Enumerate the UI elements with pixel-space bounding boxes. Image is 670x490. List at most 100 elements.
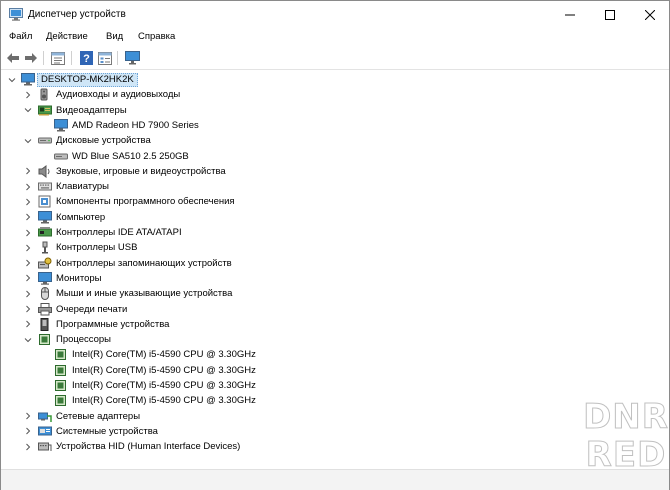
ide-controller-icon <box>38 226 52 239</box>
help-icon: ? <box>79 51 93 65</box>
tree-category[interactable]: Клавиатуры <box>1 179 661 194</box>
disk-drive-icon <box>38 134 52 147</box>
window-title: Диспетчер устройств <box>28 9 126 20</box>
list-view-icon <box>51 51 65 65</box>
tree-category[interactable]: Контроллеры IDE ATA/ATAPI <box>1 225 661 240</box>
scan-hardware-button[interactable] <box>124 50 140 66</box>
tree-category[interactable]: Мыши и иные указывающие устройства <box>1 286 661 301</box>
device-manager-window: Диспетчер устройств Файл Действие Вид Сп… <box>0 0 670 490</box>
keyboard-icon <box>38 180 52 193</box>
storage-controller-icon <box>38 257 52 270</box>
tree-category[interactable]: Мониторы <box>1 271 661 286</box>
tree-category[interactable]: Процессоры <box>1 332 661 347</box>
help-button[interactable]: ? <box>78 50 94 66</box>
chevron-right-icon[interactable] <box>23 240 33 255</box>
tree-category[interactable]: Звуковые, игровые и видеоустройства <box>1 164 661 179</box>
properties-view-button[interactable] <box>50 50 66 66</box>
sound-icon <box>38 164 52 178</box>
network-adapter-icon <box>38 410 52 423</box>
watermark-line: RED <box>585 435 667 476</box>
tree-category[interactable]: Аудиовходы и аудиовыходы <box>1 87 661 102</box>
chevron-right-icon[interactable] <box>23 256 33 271</box>
chevron-down-icon[interactable] <box>23 332 33 347</box>
tree-category-label: Процессоры <box>56 334 112 346</box>
tree-device-label: Intel(R) Core(TM) i5-4590 CPU @ 3.30GHz <box>72 349 256 361</box>
chevron-right-icon[interactable] <box>23 271 33 286</box>
chevron-right-icon[interactable] <box>23 424 33 439</box>
cpu-chip-icon <box>54 379 68 392</box>
chevron-right-icon[interactable] <box>23 225 33 240</box>
forward-arrow-icon <box>25 53 37 63</box>
chevron-right-icon[interactable] <box>23 87 33 102</box>
speaker-icon <box>38 88 52 101</box>
tree-category[interactable]: Системные устройства <box>1 424 661 439</box>
tree-category[interactable]: Контроллеры запоминающих устройств <box>1 256 661 271</box>
menu-help[interactable]: Справка <box>138 31 175 42</box>
tree-root[interactable]: DESKTOP-MK2HK2K <box>1 72 661 87</box>
chevron-right-icon[interactable] <box>23 179 33 194</box>
tree-category[interactable]: Контроллеры USB <box>1 240 661 255</box>
tree-category[interactable]: Очереди печати <box>1 302 661 317</box>
minimize-button[interactable] <box>547 1 592 29</box>
tree-category-label: Программные устройства <box>56 318 170 330</box>
tree-category[interactable]: Устройства HID (Human Interface Devices) <box>1 439 661 454</box>
gpu-device-icon <box>54 118 68 132</box>
horizontal-scrollbar[interactable] <box>1 469 669 490</box>
toolbar: ? <box>1 47 669 70</box>
chevron-right-icon[interactable] <box>23 409 33 424</box>
chevron-right-icon[interactable] <box>23 302 33 317</box>
back-arrow-icon <box>7 53 19 63</box>
maximize-icon <box>604 10 615 20</box>
system-devices-icon <box>38 425 52 438</box>
menu-action[interactable]: Действие <box>46 31 88 42</box>
chevron-right-icon[interactable] <box>23 317 33 332</box>
menu-view[interactable]: Вид <box>106 31 123 42</box>
chevron-down-icon[interactable] <box>7 72 17 87</box>
tree-device[interactable]: Intel(R) Core(TM) i5-4590 CPU @ 3.30GHz <box>1 347 661 362</box>
tree-device[interactable]: Intel(R) Core(TM) i5-4590 CPU @ 3.30GHz <box>1 378 661 393</box>
chevron-down-icon[interactable] <box>23 103 33 118</box>
chevron-right-icon[interactable] <box>23 210 33 225</box>
tree-category[interactable]: Видеоадаптеры <box>1 103 661 118</box>
tree-device-label: AMD Radeon HD 7900 Series <box>72 119 199 131</box>
tree-device[interactable]: AMD Radeon HD 7900 Series <box>1 118 661 133</box>
tree-category[interactable]: Компоненты программного обеспечения <box>1 194 661 209</box>
tree-root-label: DESKTOP-MK2HK2K <box>37 73 138 87</box>
tree-category-label: Компьютер <box>56 211 106 223</box>
chevron-right-icon[interactable] <box>23 439 33 454</box>
forward-button[interactable] <box>23 50 39 66</box>
minimize-icon <box>564 14 575 16</box>
details-view-button[interactable] <box>97 50 113 66</box>
cpu-chip-icon <box>54 394 68 407</box>
tree-category[interactable]: Программные устройства <box>1 317 661 332</box>
tree-category[interactable]: Дисковые устройства <box>1 133 661 148</box>
tree-device-label: Intel(R) Core(TM) i5-4590 CPU @ 3.30GHz <box>72 380 256 391</box>
maximize-button[interactable] <box>587 1 632 29</box>
chevron-down-icon[interactable] <box>23 133 33 148</box>
tree-device[interactable]: WD Blue SA510 2.5 250GB <box>1 149 661 164</box>
tree-device-label: Intel(R) Core(TM) i5-4590 CPU @ 3.30GHz <box>72 364 256 376</box>
usb-icon <box>38 241 52 254</box>
tree-category[interactable]: Сетевые адаптеры <box>1 409 661 424</box>
close-button[interactable] <box>627 1 670 29</box>
tree-device[interactable]: Intel(R) Core(TM) i5-4590 CPU @ 3.30GHz <box>1 393 661 408</box>
menu-bar: Файл Действие Вид Справка <box>1 29 669 47</box>
device-manager-icon <box>9 8 23 21</box>
tree-category-label: Контроллеры запоминающих устройств <box>56 257 232 269</box>
tree-device[interactable]: Intel(R) Core(TM) i5-4590 CPU @ 3.30GHz <box>1 363 661 378</box>
menu-file[interactable]: Файл <box>9 31 32 42</box>
details-icon <box>98 51 112 65</box>
monitor-icon <box>38 271 52 285</box>
software-device-icon <box>38 317 52 331</box>
tree-category-label: Видеоадаптеры <box>56 104 127 116</box>
chevron-right-icon[interactable] <box>23 164 33 179</box>
tree-category-label: Контроллеры IDE ATA/ATAPI <box>56 227 182 238</box>
chevron-right-icon[interactable] <box>23 286 33 301</box>
hid-icon <box>38 440 52 453</box>
tree-category-label: Мониторы <box>56 272 102 284</box>
chevron-right-icon[interactable] <box>23 194 33 209</box>
tree-category-label: Аудиовходы и аудиовыходы <box>56 89 181 101</box>
tree-category[interactable]: Компьютер <box>1 210 661 225</box>
printer-icon <box>38 302 52 316</box>
back-button[interactable] <box>5 50 21 66</box>
